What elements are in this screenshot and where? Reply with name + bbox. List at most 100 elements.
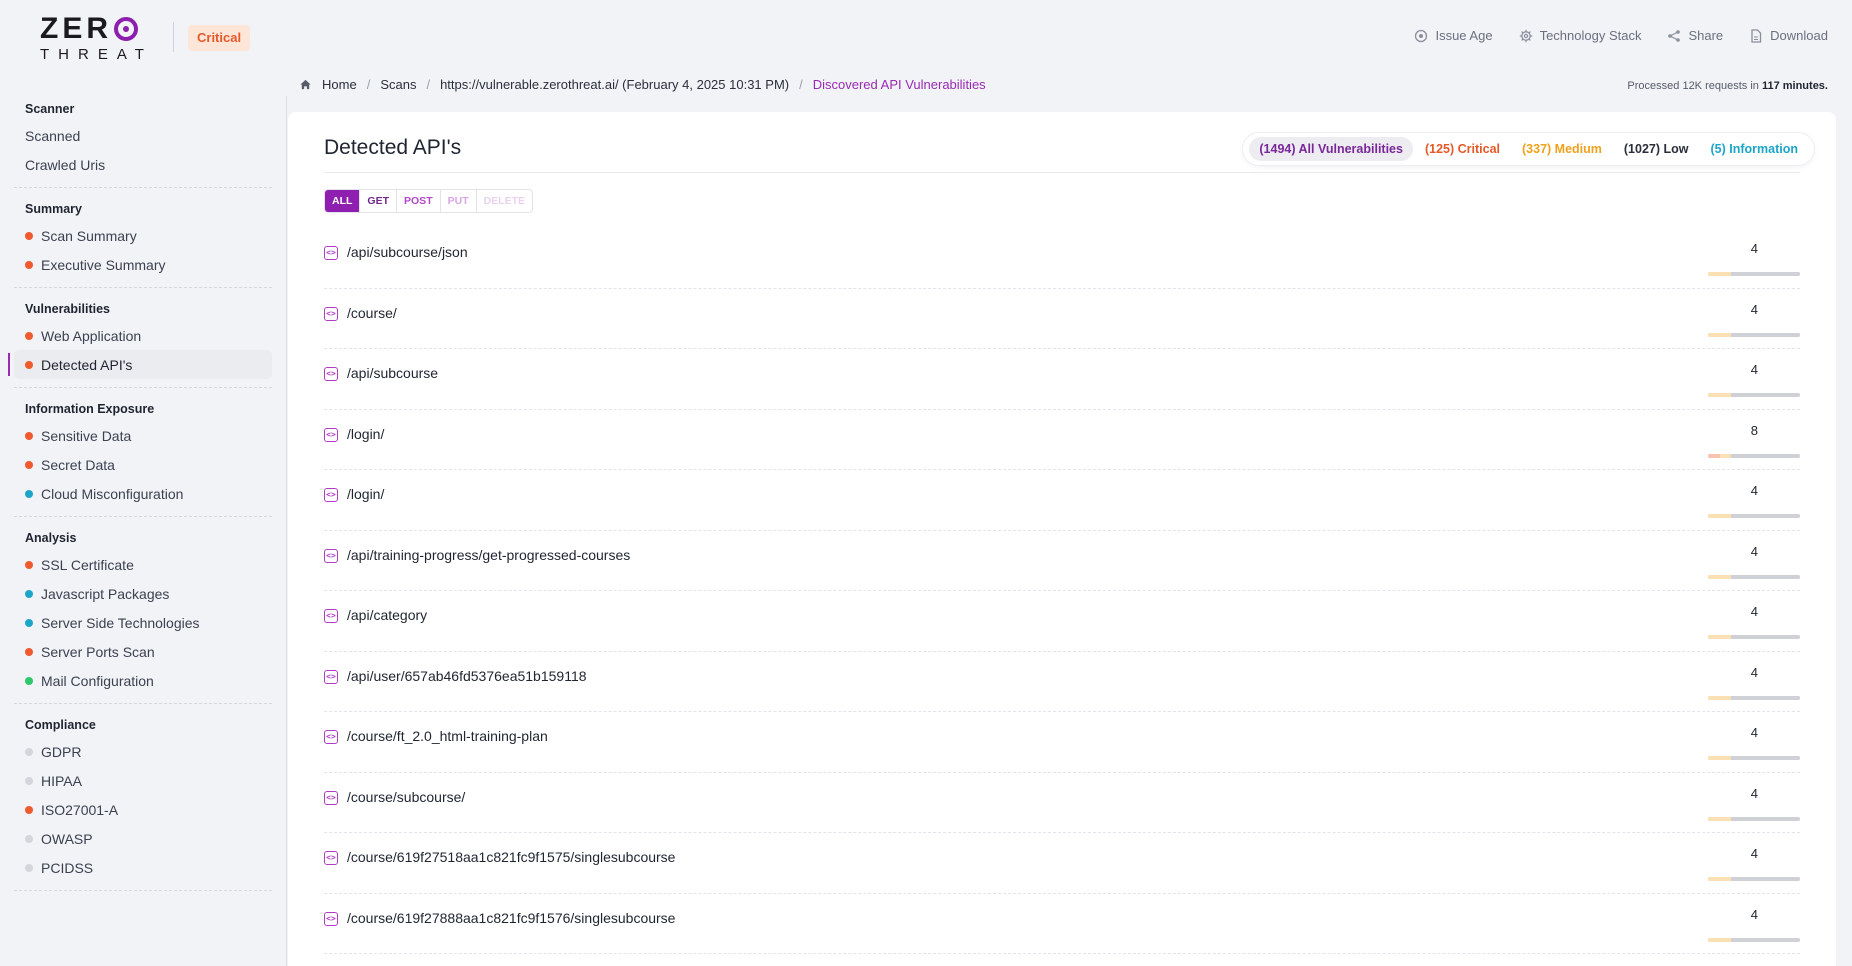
code-icon: <>	[324, 609, 338, 623]
sidebar-item-ssl-certificate[interactable]: SSL Certificate	[14, 550, 272, 579]
processed-status: Processed 12K requests in 117 minutes.	[1627, 80, 1828, 92]
breadcrumb-scans[interactable]: Scans	[380, 77, 416, 92]
sidebar-item-crawled-uris[interactable]: Crawled Uris	[14, 150, 272, 179]
vulnerability-count: 4	[1750, 785, 1758, 801]
technology-stack-button[interactable]: Technology Stack	[1519, 28, 1641, 43]
sidebar-group: Vulnerabilities Web Application Detected A…	[8, 288, 272, 388]
sidebar-item-sensitive-data[interactable]: Sensitive Data	[14, 421, 272, 450]
api-row[interactable]: <> /course/ft_2.0_html-training-plan 4	[324, 712, 1800, 773]
low-segment	[1731, 816, 1800, 821]
api-row[interactable]: <> /api/user/657ab46fd5376ea51b159118 4	[324, 652, 1800, 712]
sidebar-item-secret-data[interactable]: Secret Data	[14, 450, 272, 479]
api-path[interactable]: /api/subcourse/json	[347, 244, 468, 260]
sidebar-item-javascript-packages[interactable]: Javascript Packages	[14, 579, 272, 608]
sidebar-item-web-application[interactable]: Web Application	[14, 321, 272, 350]
zerothreat-logo[interactable]: ZER THREAT	[40, 14, 160, 64]
api-path[interactable]: /api/training-progress/get-progressed-co…	[347, 547, 630, 563]
api-path[interactable]: /course/ft_2.0_html-training-plan	[347, 728, 548, 744]
low-segment	[1731, 574, 1800, 579]
api-row[interactable]: <> /api/category 4	[324, 591, 1800, 652]
severity-bar	[1708, 393, 1800, 397]
severity-bar	[1708, 937, 1800, 942]
api-path[interactable]: /course/	[347, 305, 397, 321]
method-all[interactable]: ALL	[325, 190, 361, 212]
sidebar-group: Scanner Scanned Crawled Uris	[14, 96, 272, 188]
method-get[interactable]: GET	[360, 190, 398, 212]
sidebar-item-pcidss[interactable]: PCIDSS	[14, 853, 272, 882]
api-row[interactable]: <> /course/619f27518aa1c821fc9f1575/singl…	[324, 833, 1800, 894]
logo-divider	[173, 22, 174, 52]
low-segment	[1731, 332, 1800, 337]
sidebar-item-label: Executive Summary	[41, 256, 166, 273]
api-path[interactable]: /course/subcourse/	[347, 789, 465, 805]
low-segment	[1731, 695, 1800, 700]
breadcrumb-scan-target[interactable]: https://vulnerable.zerothreat.ai/ (Febru…	[440, 77, 789, 92]
status-dot	[25, 776, 33, 785]
code-icon: <>	[324, 669, 338, 684]
status-dot	[25, 805, 33, 814]
critical-segment	[1708, 453, 1720, 458]
severity-bar	[1708, 877, 1800, 881]
sidebar-item-scanned[interactable]: Scanned	[14, 121, 272, 150]
api-row[interactable]: <> /api/training-progress/get-progressed-…	[324, 531, 1800, 591]
status-dot	[25, 747, 33, 756]
severity-bar	[1708, 635, 1800, 639]
issue-age-button[interactable]: Issue Age	[1414, 28, 1493, 43]
filter-medium[interactable]: (337) Medium	[1512, 137, 1612, 161]
method-post[interactable]: POST	[397, 190, 441, 212]
sidebar-item-cloud-misconfiguration[interactable]: Cloud Misconfiguration	[14, 479, 272, 508]
medium-segment	[1708, 272, 1731, 276]
api-row[interactable]: <> /course/4	[324, 289, 1800, 349]
api-path[interactable]: /course/619f27518aa1c821fc9f1575/singles…	[347, 849, 675, 865]
sidebar-item-executive-summary[interactable]: Executive Summary	[14, 250, 272, 279]
status-dot	[25, 560, 33, 569]
sidebar-item-hipaa[interactable]: HIPAA	[14, 766, 272, 795]
method-put[interactable]: PUT	[441, 190, 477, 212]
sidebar-item-label: HIPAA	[41, 772, 82, 789]
divider	[324, 172, 1800, 173]
api-row[interactable]: <> /login/4	[324, 470, 1800, 531]
sidebar-item-mail-configuration[interactable]: Mail Configuration	[14, 666, 272, 695]
status-dot	[25, 589, 33, 598]
api-row[interactable]: <> /course/619f27888aa1c821fc9f1576/singl…	[324, 894, 1800, 954]
medium-segment	[1708, 695, 1731, 700]
api-path[interactable]: /api/user/657ab46fd5376ea51b159118	[347, 668, 587, 684]
status-dot	[25, 231, 33, 240]
sidebar-item-detected-api-s[interactable]: Detected API's	[8, 350, 272, 379]
status-dot	[25, 618, 33, 627]
api-path[interactable]: /login/	[347, 426, 384, 442]
sidebar-item-server-side-technologies[interactable]: Server Side Technologies	[14, 608, 272, 637]
filter-critical[interactable]: (125) Critical	[1415, 137, 1510, 161]
api-path[interactable]: /login/	[347, 486, 384, 502]
filter-low[interactable]: (1027) Low	[1614, 137, 1699, 161]
api-row[interactable]: <> /api/subcourse/json 4	[324, 228, 1800, 289]
api-row[interactable]: <> /login/8	[324, 410, 1800, 470]
sidebar-item-label: OWASP	[41, 830, 93, 847]
breadcrumb-home[interactable]: Home	[322, 77, 357, 92]
api-path[interactable]: /api/category	[347, 607, 427, 623]
sidebar-item-label: Detected API's	[41, 356, 133, 373]
filter-all-vulnerabilities[interactable]: (1494) All Vulnerabilities	[1249, 137, 1413, 161]
status-dot	[25, 834, 33, 843]
sidebar-item-scan-summary[interactable]: Scan Summary	[14, 221, 272, 250]
code-icon: <>	[324, 911, 338, 926]
filter-information[interactable]: (5) Information	[1701, 137, 1809, 161]
sidebar-item-gdpr[interactable]: GDPR	[14, 737, 272, 766]
api-row[interactable]: <> /course/subcourse/4	[324, 773, 1800, 833]
sidebar-item-iso27001-a[interactable]: ISO27001-A	[14, 795, 272, 824]
sidebar-item-server-ports-scan[interactable]: Server Ports Scan	[14, 637, 272, 666]
api-path[interactable]: /course/619f27888aa1c821fc9f1576/singles…	[347, 910, 675, 926]
sidebar-item-label: Web Application	[41, 327, 142, 344]
api-path[interactable]: /api/subcourse	[347, 365, 438, 381]
severity-badge: Critical	[188, 25, 251, 51]
sidebar-item-label: Server Side Technologies	[41, 614, 200, 631]
severity-filter: (1494) All Vulnerabilities (125) Critica…	[1243, 133, 1814, 165]
vulnerability-count: 4	[1750, 543, 1758, 559]
download-button[interactable]: Download	[1749, 28, 1828, 43]
method-delete[interactable]: DELETE	[477, 190, 532, 212]
code-icon: <>	[324, 427, 338, 442]
sidebar-item-owasp[interactable]: OWASP	[14, 824, 272, 853]
low-segment	[1731, 453, 1800, 458]
share-button[interactable]: Share	[1667, 28, 1723, 43]
api-row[interactable]: <> /api/subcourse 4	[324, 349, 1800, 410]
